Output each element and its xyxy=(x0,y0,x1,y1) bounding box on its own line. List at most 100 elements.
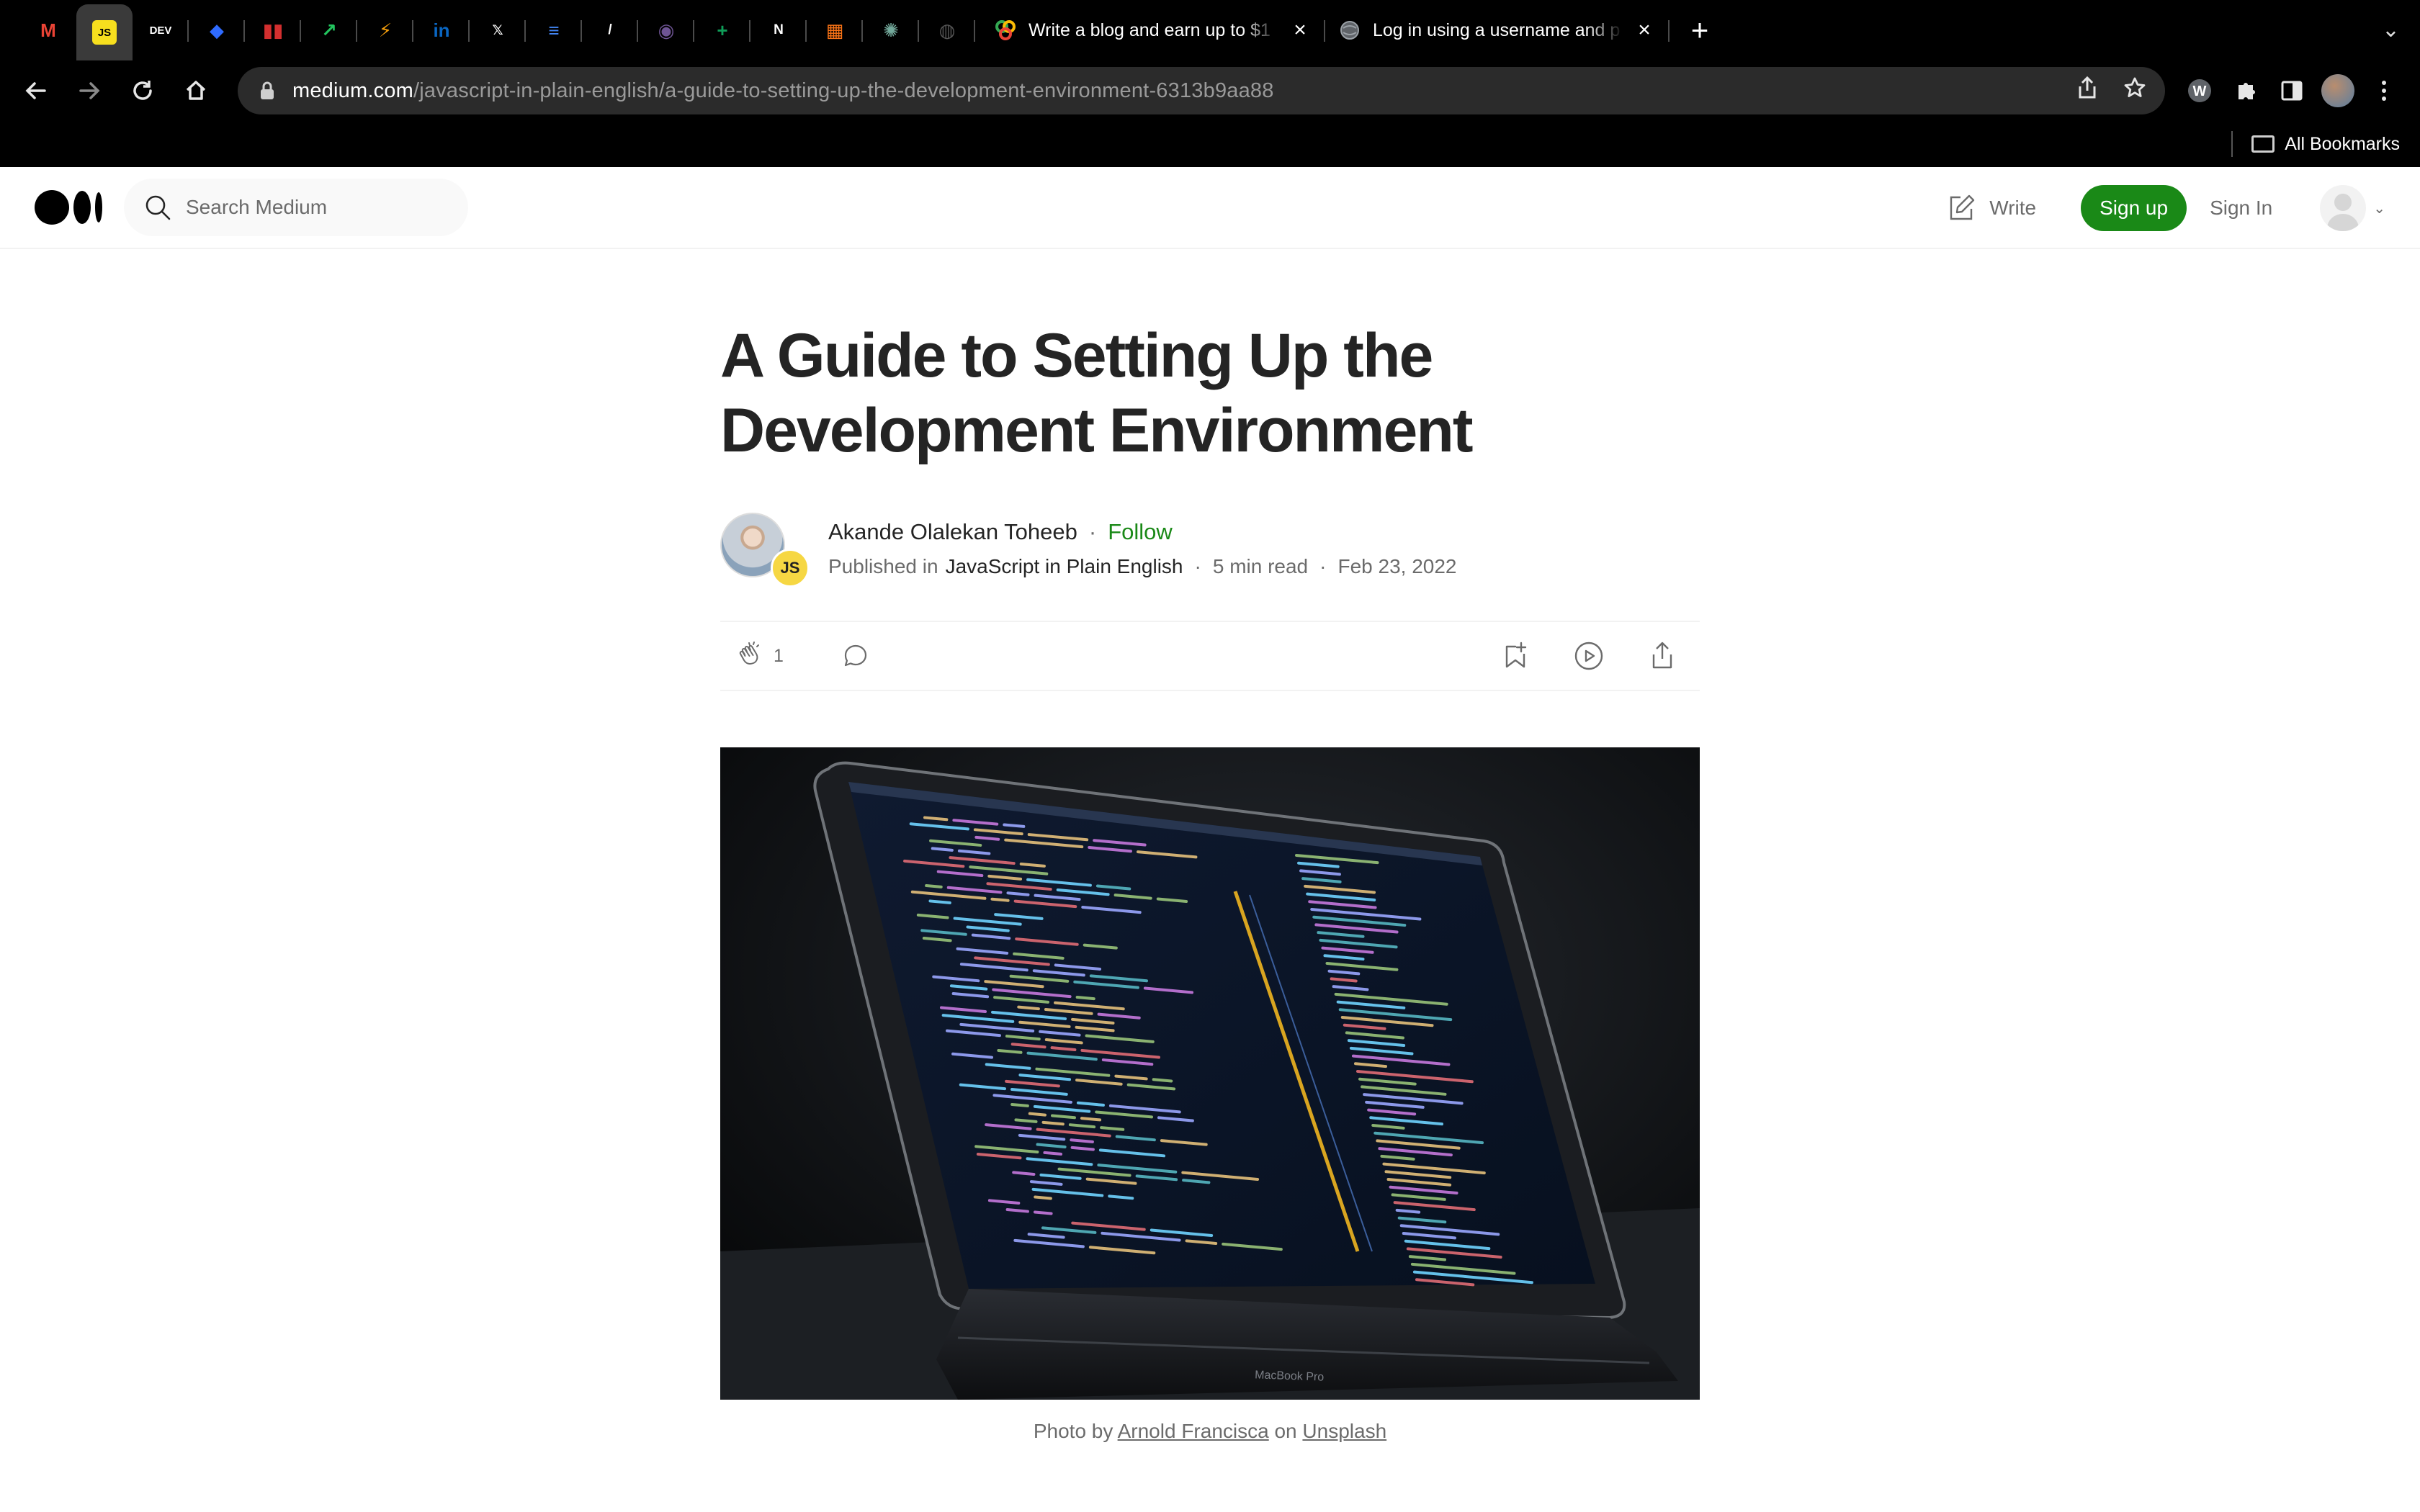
code-line xyxy=(1028,1112,1047,1117)
lock-icon xyxy=(256,80,278,102)
write-button[interactable]: Write xyxy=(1946,193,2036,223)
close-icon[interactable]: × xyxy=(1288,18,1312,42)
profile-avatar[interactable] xyxy=(2316,69,2360,112)
side-panel-icon[interactable] xyxy=(2270,69,2313,112)
pinned-tab[interactable]: ▮▮ xyxy=(245,0,301,60)
code-line xyxy=(1100,1126,1125,1131)
author-name[interactable]: Akande Olalekan Toheeb xyxy=(828,519,1077,545)
tab-write-blog[interactable]: Write a blog and earn up to $1 × xyxy=(981,0,1325,60)
action-bar-right xyxy=(1500,640,1678,672)
caption-on: on xyxy=(1274,1420,1297,1442)
chart-trend-icon: ↗ xyxy=(321,19,337,41)
code-line xyxy=(997,1048,1023,1054)
docs-icon: ≡ xyxy=(548,19,560,41)
pinned-tab[interactable]: JS xyxy=(76,4,133,60)
code-line xyxy=(1003,823,1026,828)
clap-button[interactable]: 1 xyxy=(735,640,784,672)
share-button[interactable] xyxy=(1646,640,1678,672)
tab-search-icon[interactable]: ⌄ xyxy=(2382,17,2400,42)
code-line xyxy=(1017,1005,1040,1011)
publication-link[interactable]: JavaScript in Plain English xyxy=(946,555,1183,578)
clap-count: 1 xyxy=(774,645,784,666)
code-line xyxy=(1050,1046,1077,1052)
kebab-menu-icon[interactable] xyxy=(2362,69,2406,112)
sign-in-link[interactable]: Sign In xyxy=(2210,197,2272,220)
action-bar: 1 xyxy=(720,621,1700,691)
pinned-tab[interactable]: ◍ xyxy=(919,0,975,60)
close-icon[interactable]: × xyxy=(1632,18,1657,42)
reload-button[interactable] xyxy=(121,69,164,112)
pinned-tab[interactable]: ◆ xyxy=(189,0,245,60)
code-line xyxy=(1033,1210,1053,1215)
slash-icon: / xyxy=(608,22,612,37)
user-menu[interactable]: ⌄ xyxy=(2320,185,2385,231)
new-tab-button[interactable]: + xyxy=(1678,0,1721,60)
url-text: medium.com/javascript-in-plain-english/a… xyxy=(292,79,1274,103)
medium-logo[interactable] xyxy=(35,190,102,225)
code-line xyxy=(1395,1208,1421,1214)
pinned-tab[interactable]: ◉ xyxy=(638,0,694,60)
code-line xyxy=(1034,1195,1052,1200)
pinned-tab[interactable]: M xyxy=(20,0,76,60)
tab-strip: M JS DEV ◆ ▮▮ ↗ ⚡ in 𝕏 ≡ / ◉ + N ▦ ✺ ◍ Write a blog and … xyxy=(0,0,2420,60)
follow-button[interactable]: Follow xyxy=(1108,519,1173,545)
pinned-tab[interactable]: + xyxy=(694,0,750,60)
search-input[interactable]: Search Medium xyxy=(124,179,468,236)
search-icon xyxy=(145,195,171,220)
publication-avatar[interactable]: JS xyxy=(771,549,810,588)
browser-toolbar: medium.com/javascript-in-plain-english/a… xyxy=(0,60,2420,121)
code-line xyxy=(1070,1138,1094,1143)
code-line xyxy=(928,899,951,904)
bookmarks-bar: All Bookmarks xyxy=(0,121,2420,167)
pinned-tab[interactable]: N xyxy=(750,0,807,60)
author-avatars[interactable]: JS xyxy=(720,513,814,588)
arrow-right-icon xyxy=(79,82,100,99)
home-icon xyxy=(186,81,206,100)
header-actions: Write Sign up Sign In ⌄ xyxy=(1946,167,2385,249)
pinned-tab[interactable]: in xyxy=(413,0,470,60)
javascript-icon: JS xyxy=(92,20,117,45)
back-button[interactable] xyxy=(14,69,58,112)
linkedin-icon: in xyxy=(433,19,450,41)
listen-button[interactable] xyxy=(1573,640,1605,672)
blue-diamond-icon: ◆ xyxy=(210,19,224,41)
code-line xyxy=(1075,996,1095,1001)
trello-icon: ▮▮ xyxy=(262,19,284,41)
pinned-tab[interactable]: ↗ xyxy=(301,0,357,60)
unsplash-link[interactable]: Unsplash xyxy=(1302,1420,1386,1442)
photographer-link[interactable]: Arnold Francisca xyxy=(1118,1420,1269,1442)
hero-image: MacBook Pro xyxy=(720,747,1700,1400)
save-button[interactable] xyxy=(1500,640,1531,672)
puzzle-extensions-icon[interactable] xyxy=(2224,69,2267,112)
code-line xyxy=(931,847,954,852)
pinned-tab[interactable]: ✺ xyxy=(863,0,919,60)
pinned-tabs: M JS DEV ◆ ▮▮ ↗ ⚡ in 𝕏 ≡ / ◉ + N ▦ ✺ ◍ xyxy=(20,0,975,60)
bookmark-star-icon[interactable] xyxy=(2123,76,2146,105)
share-page-icon[interactable] xyxy=(2077,76,2097,105)
gmail-icon: M xyxy=(40,19,56,41)
code-line xyxy=(1006,891,1030,896)
home-button[interactable] xyxy=(174,69,218,112)
extension-w-icon[interactable]: W xyxy=(2178,69,2221,112)
write-label: Write xyxy=(1989,197,2037,219)
sign-up-button[interactable]: Sign up xyxy=(2081,185,2187,231)
all-bookmarks-button[interactable]: All Bookmarks xyxy=(2251,134,2400,155)
code-line xyxy=(974,835,1000,841)
pinned-tab[interactable]: ⚡ xyxy=(357,0,413,60)
write-icon xyxy=(1950,194,1975,220)
forward-button[interactable] xyxy=(68,69,111,112)
address-bar[interactable]: medium.com/javascript-in-plain-english/a… xyxy=(238,67,2165,114)
published-in-label: Published in xyxy=(828,555,938,577)
tab-login[interactable]: Log in using a username and p × xyxy=(1325,0,1670,60)
comment-button[interactable] xyxy=(840,640,871,672)
pinned-tab[interactable]: 𝕏 xyxy=(470,0,526,60)
pinned-tab[interactable]: ▦ xyxy=(807,0,863,60)
byline-text: Akande Olalekan Toheeb · Follow Publishe… xyxy=(828,519,1457,578)
dev-icon: DEV xyxy=(149,24,172,37)
pinned-tab[interactable]: ≡ xyxy=(526,0,582,60)
pinned-tab[interactable]: / xyxy=(582,0,638,60)
github-icon: ◉ xyxy=(658,19,675,41)
address-bar-actions xyxy=(2077,76,2146,105)
pinned-tab[interactable]: DEV xyxy=(133,0,189,60)
arrow-left-icon xyxy=(25,82,46,99)
